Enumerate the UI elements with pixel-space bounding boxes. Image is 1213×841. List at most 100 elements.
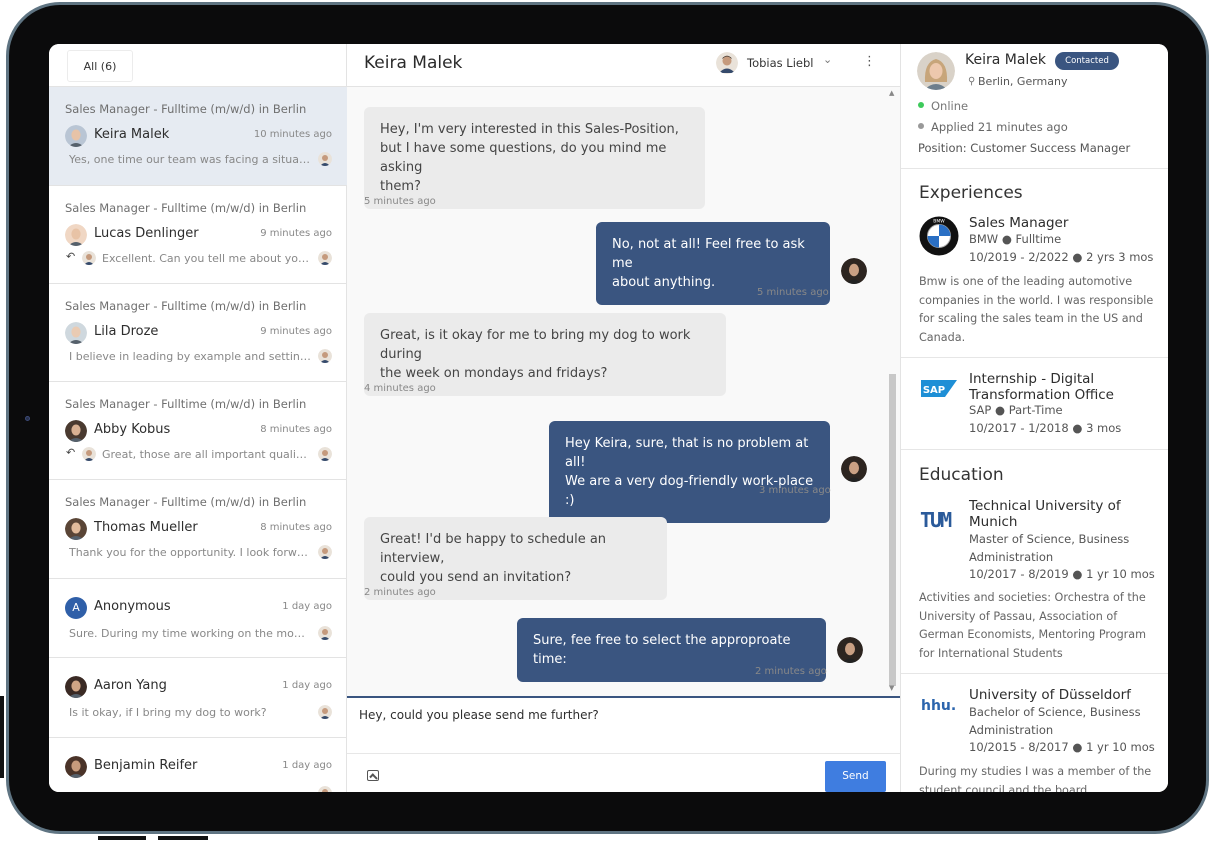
job-title: Sales Manager - Fulltime (m/w/d) in Berl…	[65, 102, 307, 116]
contact-name: Benjamin Reifer	[94, 758, 198, 773]
message-input[interactable]: Hey, could you please send me further?	[359, 708, 599, 722]
avatar	[65, 125, 87, 147]
applied-dot-icon	[918, 123, 924, 129]
conversation-item[interactable]: Sales Manager - Fulltime (m/w/d) in Berl…	[49, 480, 347, 579]
message-time: 9 minutes ago	[260, 228, 332, 239]
conversation-item[interactable]: A Anonymous 1 day ago Sure. During my time …	[49, 579, 347, 658]
education-dates: 10/2015 - 8/2017 ● 1 yr 10 mos	[969, 740, 1155, 754]
education-description: Activities and societies: Orchestra of t…	[919, 591, 1147, 660]
message-time: 8 minutes ago	[260, 424, 332, 435]
conversation-item[interactable]: Sales Manager - Fulltime (m/w/d) in Berl…	[49, 87, 347, 186]
scroll-down-icon[interactable]: ▼	[889, 684, 894, 692]
agent-mini-avatar	[318, 152, 332, 166]
conversation-item[interactable]: Benjamin Reifer 1 day ago	[49, 738, 347, 792]
section-divider	[901, 357, 1168, 358]
message-line: No, not at all! Feel free to ask me	[612, 237, 805, 271]
message-timestamp: 5 minutes ago	[364, 196, 436, 207]
message-time: 9 minutes ago	[260, 326, 332, 337]
reply-arrow-icon: ↶	[66, 250, 76, 263]
education-title: University of Düsseldorf	[969, 687, 1131, 703]
conversation-item[interactable]: Sales Manager - Fulltime (m/w/d) in Berl…	[49, 284, 347, 382]
agent-avatar[interactable]	[716, 52, 738, 74]
conversation-item[interactable]: Aaron Yang 1 day ago Is it okay, if I brin…	[49, 658, 347, 738]
chevron-down-icon[interactable]: ⌄	[823, 53, 832, 66]
contact-name: Lila Droze	[94, 324, 159, 339]
agent-name[interactable]: Tobias Liebl	[747, 56, 813, 70]
message-timestamp: 4 minutes ago	[364, 383, 436, 394]
conversation-item[interactable]: Sales Manager - Fulltime (m/w/d) in Berl…	[49, 186, 347, 284]
contact-name: Abby Kobus	[94, 422, 171, 437]
experience-dates: 10/2019 - 2/2022 ● 2 yrs 3 mos	[969, 250, 1154, 264]
hhu-logo-icon: hhu.	[921, 698, 957, 714]
sap-logo-icon: SAP	[921, 380, 957, 397]
message-timestamp: 2 minutes ago	[755, 666, 827, 677]
applied-position: Position: Customer Success Manager	[918, 141, 1131, 155]
experience-company: BMW ● Fulltime	[969, 232, 1062, 246]
message-line: could you send an invitation?	[380, 570, 572, 585]
image-attach-icon[interactable]	[367, 770, 379, 781]
tab-all[interactable]: All (6)	[67, 50, 133, 82]
message-preview: Great, those are all important qualitie.…	[102, 448, 311, 461]
section-divider	[901, 673, 1168, 674]
device-foot	[158, 836, 208, 840]
section-divider	[901, 449, 1168, 450]
message-preview: Excellent. Can you tell me about your l.…	[102, 252, 311, 265]
candidate-profile: Keira Malek Contacted ⚲ Berlin, Germany …	[900, 44, 1168, 792]
avatar	[65, 518, 87, 540]
experience-title: Internship - Digital Transformation Offic…	[969, 371, 1114, 403]
message-line: Great, is it okay for me to bring my dog…	[380, 328, 691, 362]
job-title: Sales Manager - Fulltime (m/w/d) in Berl…	[65, 201, 307, 215]
applied-time: Applied 21 minutes ago	[931, 120, 1068, 134]
scroll-up-icon[interactable]: ▲	[889, 89, 894, 97]
agent-mini-avatar	[318, 545, 332, 559]
education-heading: Education	[919, 465, 1004, 485]
education-degree: Master of Science, Business Administratio…	[969, 532, 1130, 564]
message-time: 1 day ago	[282, 760, 332, 771]
chat-panel: Keira Malek Tobias Liebl ⌄ ⋮ Hey, I'm ve…	[347, 44, 900, 792]
device-edge	[0, 696, 4, 778]
message-time: 1 day ago	[282, 601, 332, 612]
send-button[interactable]: Send	[825, 761, 886, 792]
job-title: Sales Manager - Fulltime (m/w/d) in Berl…	[65, 495, 307, 509]
message-line: Hey, I'm very interested in this Sales-P…	[380, 122, 679, 137]
agent-mini-avatar	[82, 251, 96, 265]
app-screen: All (6) Sales Manager - Fulltime (m/w/d)…	[49, 44, 1168, 792]
contact-name: Anonymous	[94, 599, 171, 614]
location-pin-icon: ⚲	[968, 76, 976, 87]
camera-dot	[25, 416, 30, 421]
avatar	[65, 676, 87, 698]
device-foot	[98, 836, 146, 840]
message-time: 10 minutes ago	[253, 129, 332, 140]
status-badge: Contacted	[1055, 52, 1119, 70]
message-preview: Sure. During my time working on the mobi…	[69, 627, 311, 640]
agent-mini-avatar	[318, 786, 332, 792]
message-preview: Thank you for the opportunity. I look fo…	[69, 546, 311, 559]
agent-mini-avatar	[318, 705, 332, 719]
avatar	[65, 420, 87, 442]
agent-mini-avatar	[318, 251, 332, 265]
contact-name: Aaron Yang	[94, 678, 167, 693]
agent-mini-avatar	[318, 447, 332, 461]
message-timestamp: 3 minutes ago	[759, 485, 831, 496]
experience-title: Sales Manager	[969, 215, 1069, 231]
message-line: them?	[380, 179, 421, 194]
avatar	[65, 756, 87, 778]
scrollbar-thumb[interactable]	[889, 374, 896, 686]
message-timestamp: 5 minutes ago	[757, 287, 829, 298]
svg-text:SAP: SAP	[923, 385, 945, 396]
agent-mini-avatar	[318, 349, 332, 363]
message-line: the week on mondays and fridays?	[380, 366, 608, 381]
agent-mini-avatar	[82, 447, 96, 461]
more-options-icon[interactable]: ⋮	[863, 54, 876, 69]
experience-company: SAP ● Part-Time	[969, 403, 1063, 417]
conversation-item[interactable]: Sales Manager - Fulltime (m/w/d) in Berl…	[49, 382, 347, 480]
profile-name: Keira Malek	[965, 52, 1047, 68]
message-time: 8 minutes ago	[260, 522, 332, 533]
online-dot-icon	[918, 102, 924, 108]
incoming-message: Hey, I'm very interested in this Sales-P…	[364, 107, 705, 209]
avatar	[65, 224, 87, 246]
education-degree: Bachelor of Science, Business Administrat…	[969, 705, 1141, 737]
sender-avatar	[841, 456, 867, 482]
message-preview: Is it okay, if I bring my dog to work?	[69, 706, 267, 719]
job-title: Sales Manager - Fulltime (m/w/d) in Berl…	[65, 397, 307, 411]
